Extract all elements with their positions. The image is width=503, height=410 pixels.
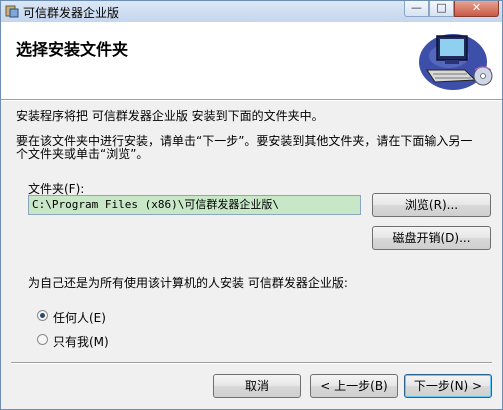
back-button[interactable]: < 上一步(B) — [310, 374, 398, 398]
window-title: 可信群发器企业版 — [23, 6, 120, 20]
next-button[interactable]: 下一步(N) > — [404, 374, 492, 398]
page-title: 选择安装文件夹 — [16, 40, 129, 59]
cancel-button[interactable]: 取消 — [213, 374, 301, 398]
minimize-button[interactable]: — — [404, 1, 429, 17]
radio-label-just-me: 只有我(M) — [53, 335, 109, 349]
computer-illustration-icon — [419, 34, 493, 90]
radio-button-everyone[interactable] — [37, 310, 48, 321]
footer-divider — [11, 362, 492, 364]
close-button[interactable]: ✕ — [454, 1, 499, 17]
radio-button-just-me[interactable] — [37, 334, 48, 345]
maximize-button[interactable]: □ — [429, 1, 454, 17]
instruction-text-line2: 个文件夹或单击“浏览”。 — [16, 147, 149, 161]
disk-cost-button[interactable]: 磁盘开销(D)... — [372, 226, 491, 250]
header-divider — [1, 100, 502, 101]
installer-window: 可信群发器企业版 — □ ✕ 选择安装文件夹 安装程序将把 可信群发器企业版 安… — [0, 0, 503, 410]
radio-label-everyone: 任何人(E) — [53, 311, 106, 325]
browse-button[interactable]: 浏览(R)... — [372, 193, 491, 217]
intro-text: 安装程序将把 可信群发器企业版 安装到下面的文件夹中。 — [16, 109, 324, 123]
install-scope-question: 为自己还是为所有使用该计算机的人安装 可信群发器企业版: — [28, 276, 348, 290]
folder-path-input[interactable]: C:\Program Files (x86)\可信群发器企业版\ — [28, 195, 361, 215]
header-panel: 选择安装文件夹 — [1, 22, 502, 100]
installer-app-icon — [5, 5, 19, 18]
title-bar[interactable]: 可信群发器企业版 — □ ✕ — [1, 1, 502, 23]
